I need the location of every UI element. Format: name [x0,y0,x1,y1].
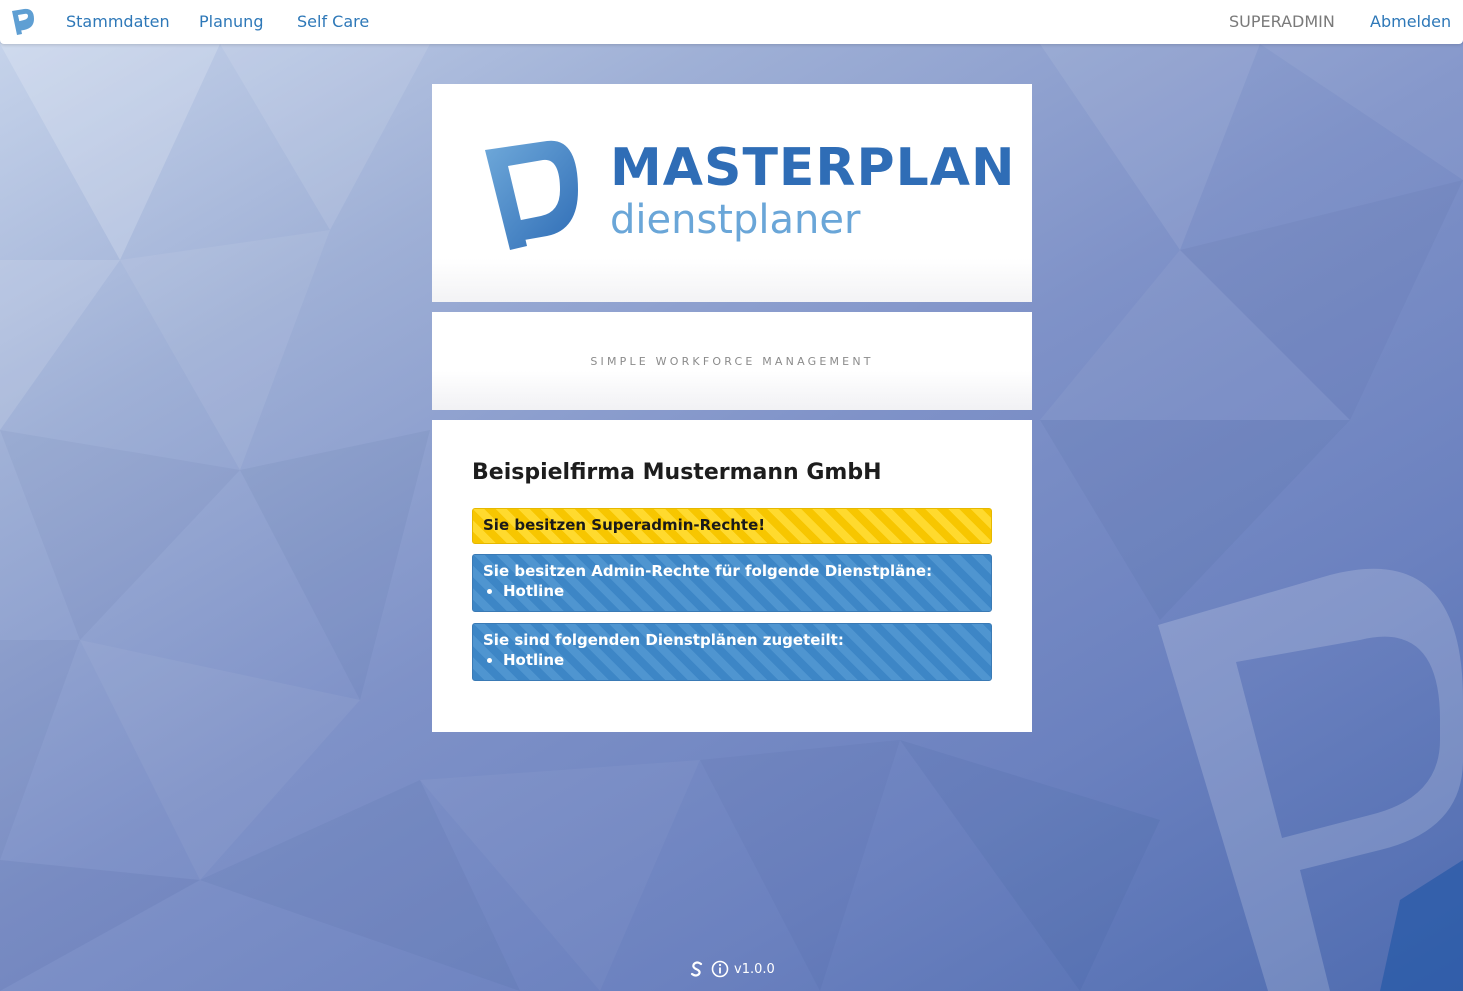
version-label: v1.0.0 [734,961,775,977]
admin-plan-item: Hotline [503,582,981,600]
superadmin-alert: Sie besitzen Superadmin-Rechte! [472,508,992,544]
logout-link[interactable]: Abmelden [1370,12,1451,31]
brand-subtitle: dienstplaner [610,197,861,243]
brand-name: MASTERPLAN [610,138,1015,198]
current-user-label[interactable]: SUPERADMIN [1229,12,1335,31]
company-title: Beispielfirma Mustermann GmbH [472,460,882,485]
s-brand-icon[interactable] [688,960,706,978]
masterplan-brand-logo: MASTERPLAN dienstplaner [485,138,1015,250]
assigned-plans-alert: Sie sind folgenden Dienstplänen zugeteil… [472,623,992,681]
assigned-plan-item: Hotline [503,651,981,669]
superadmin-alert-text: Sie besitzen Superadmin-Rechte! [483,516,766,534]
info-icon[interactable] [711,960,729,978]
brand-p-mark [485,140,578,250]
nav-self-care[interactable]: Self Care [297,12,369,31]
tagline-text: SIMPLE WORKFORCE MANAGEMENT [590,355,874,368]
assigned-plan-list: Hotline [483,651,981,669]
footer: v1.0.0 [688,958,775,980]
nav-stammdaten[interactable]: Stammdaten [66,12,170,31]
admin-rights-alert-title: Sie besitzen Admin-Rechte für folgende D… [483,562,933,580]
nav-planung[interactable]: Planung [199,12,263,31]
masterplan-logo-icon[interactable] [10,8,36,36]
top-navbar: Stammdaten Planung Self Care SUPERADMIN … [0,0,1463,44]
admin-rights-alert: Sie besitzen Admin-Rechte für folgende D… [472,554,992,612]
info-card: Beispielfirma Mustermann GmbH Sie besitz… [432,420,1032,732]
assigned-plans-alert-title: Sie sind folgenden Dienstplänen zugeteil… [483,631,844,649]
brand-card: MASTERPLAN dienstplaner [432,84,1032,302]
admin-plan-list: Hotline [483,582,981,600]
tagline-card: SIMPLE WORKFORCE MANAGEMENT [432,312,1032,410]
